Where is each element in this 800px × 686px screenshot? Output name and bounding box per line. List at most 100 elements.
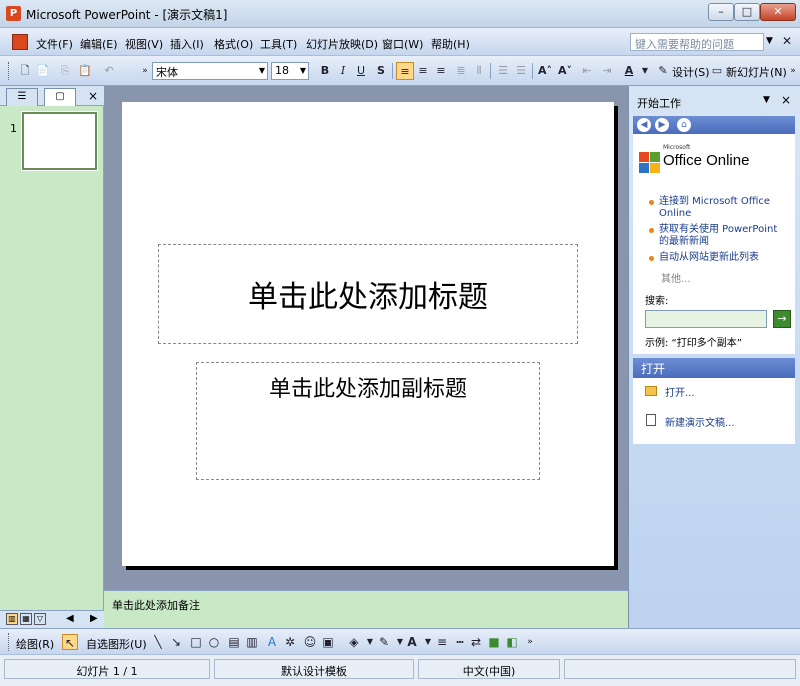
line-color-icon[interactable]: ✎ bbox=[376, 634, 392, 650]
rectangle-tool-icon[interactable]: □ bbox=[188, 634, 204, 650]
slide-canvas[interactable]: 单击此处添加标题 单击此处添加副标题 bbox=[122, 102, 614, 566]
logo-square bbox=[639, 163, 649, 173]
clipart-icon[interactable]: ☺ bbox=[302, 634, 318, 650]
link-latest-news[interactable]: 获取有关使用 PowerPoint 的最新新闻 bbox=[659, 224, 789, 248]
menu-slideshow[interactable]: 幻灯片放映(D) bbox=[306, 36, 378, 52]
menu-edit[interactable]: 编辑(E) bbox=[80, 36, 118, 52]
toolbar-overflow-icon[interactable]: » bbox=[522, 634, 538, 650]
align-right-icon[interactable]: ≡ bbox=[432, 62, 450, 80]
menu-tools[interactable]: 工具(T) bbox=[260, 36, 297, 52]
undo-icon[interactable]: ↶ bbox=[100, 62, 118, 80]
task-pane-close-button[interactable]: × bbox=[781, 93, 791, 107]
maximize-button[interactable]: □ bbox=[734, 3, 760, 21]
underline-button[interactable]: U bbox=[352, 62, 370, 80]
document-close-button[interactable]: ✕ bbox=[782, 34, 792, 48]
fill-color-icon[interactable]: ◈ bbox=[346, 634, 362, 650]
toolbar-grip[interactable] bbox=[8, 633, 11, 651]
autoshapes-menu-button[interactable]: 自选图形(U) bbox=[86, 636, 147, 652]
draw-menu-button[interactable]: 绘图(R) bbox=[16, 636, 54, 652]
help-search-input[interactable]: 键入需要帮助的问题 bbox=[630, 33, 764, 51]
align-left-icon[interactable]: ≡ bbox=[396, 62, 414, 80]
increase-indent-icon[interactable]: ⇥ bbox=[598, 62, 616, 80]
distribute-icon[interactable]: ⫴ bbox=[470, 62, 488, 80]
menu-insert[interactable]: 插入(I) bbox=[170, 36, 204, 52]
open-file-icon[interactable]: 📄 bbox=[34, 62, 52, 80]
new-file-icon[interactable]: 🗋 bbox=[16, 62, 34, 80]
3d-style-icon[interactable]: ◧ bbox=[504, 634, 520, 650]
slideshow-view-icon[interactable]: ▽ bbox=[34, 613, 46, 625]
link-connect-office-online[interactable]: 连接到 Microsoft Office Online bbox=[659, 196, 789, 220]
line-style-icon[interactable]: ≡ bbox=[434, 634, 450, 650]
slide-thumbnail[interactable] bbox=[21, 111, 98, 171]
menu-help[interactable]: 帮助(H) bbox=[431, 36, 470, 52]
increase-font-icon[interactable]: A˄ bbox=[536, 62, 554, 80]
office-online-logo: Microsoft Office Online bbox=[637, 144, 787, 173]
decrease-font-icon[interactable]: A˅ bbox=[556, 62, 574, 80]
menu-window[interactable]: 窗口(W) bbox=[382, 36, 423, 52]
paste-icon[interactable]: 📋 bbox=[76, 62, 94, 80]
line-tool-icon[interactable]: ╲ bbox=[150, 634, 166, 650]
home-icon[interactable]: ⌂ bbox=[677, 118, 691, 132]
bold-button[interactable]: B bbox=[316, 62, 334, 80]
oval-tool-icon[interactable]: ○ bbox=[206, 634, 222, 650]
status-design-template[interactable]: 默认设计模板 bbox=[214, 659, 414, 679]
powerpoint-app-icon[interactable]: P bbox=[6, 6, 21, 21]
align-center-icon[interactable]: ≡ bbox=[414, 62, 432, 80]
subtitle-placeholder[interactable]: 单击此处添加副标题 bbox=[196, 362, 540, 480]
toolbar-overflow-icon[interactable]: » bbox=[784, 62, 800, 80]
new-slide-button[interactable]: 新幻灯片(N) bbox=[726, 64, 787, 80]
task-pane-dropdown-icon[interactable]: ▼ bbox=[763, 95, 770, 105]
task-pane-nav: ◀ ▶ ⌂ bbox=[633, 116, 795, 134]
search-input[interactable] bbox=[645, 310, 767, 328]
forward-icon[interactable]: ▶ bbox=[655, 118, 669, 132]
diagram-icon[interactable]: ✲ bbox=[282, 634, 298, 650]
decrease-indent-icon[interactable]: ⇤ bbox=[578, 62, 596, 80]
textbox-tool-icon[interactable]: ▤ bbox=[226, 634, 242, 650]
title-placeholder[interactable]: 单击此处添加标题 bbox=[158, 244, 578, 344]
notes-pane[interactable]: 单击此处添加备注 bbox=[104, 590, 628, 628]
search-go-icon[interactable]: → bbox=[773, 310, 791, 328]
help-dropdown-icon[interactable]: ▼ bbox=[766, 36, 773, 46]
logo-office-online-text: Office Online bbox=[663, 152, 750, 169]
picture-icon[interactable]: ▣ bbox=[320, 634, 336, 650]
logo-microsoft-text: Microsoft bbox=[663, 144, 691, 151]
link-auto-update[interactable]: 自动从网站更新此列表 bbox=[659, 252, 789, 264]
arrow-tool-icon[interactable]: ↘ bbox=[168, 634, 184, 650]
font-size-select[interactable]: 18 ▼ bbox=[271, 62, 309, 80]
justify-icon[interactable]: ≣ bbox=[452, 62, 470, 80]
font-color-draw-icon[interactable]: A bbox=[404, 634, 420, 650]
bullets-icon[interactable]: ☰ bbox=[512, 62, 530, 80]
pane-close-button[interactable]: × bbox=[88, 89, 98, 103]
shadow-button[interactable]: S bbox=[372, 62, 390, 80]
select-pointer-icon[interactable]: ↖ bbox=[62, 634, 78, 650]
copy-icon[interactable]: ⎘ bbox=[56, 62, 74, 80]
font-color-dropdown-icon[interactable]: ▼ bbox=[636, 62, 654, 80]
normal-view-icon[interactable]: ▥ bbox=[6, 613, 18, 625]
arrow-style-icon[interactable]: ⇄ bbox=[468, 634, 484, 650]
outline-tab-icon[interactable]: ☰ bbox=[6, 88, 38, 106]
scroll-right-icon[interactable]: ▶ bbox=[90, 613, 98, 624]
numbering-icon[interactable]: ☰ bbox=[494, 62, 512, 80]
document-icon[interactable] bbox=[12, 34, 28, 50]
status-language: 中文(中国) bbox=[418, 659, 560, 679]
back-icon[interactable]: ◀ bbox=[637, 118, 651, 132]
slides-tab-icon[interactable]: ▢ bbox=[44, 88, 76, 106]
link-more[interactable]: 其他... bbox=[661, 270, 691, 285]
italic-button[interactable]: I bbox=[334, 62, 352, 80]
wordart-icon[interactable]: A bbox=[264, 634, 280, 650]
scroll-left-icon[interactable]: ◀ bbox=[66, 613, 74, 624]
menu-file[interactable]: 文件(F) bbox=[36, 36, 73, 52]
new-presentation-link[interactable]: 新建演示文稿... bbox=[665, 414, 735, 429]
toolbar-grip[interactable] bbox=[8, 62, 11, 80]
slide-sorter-icon[interactable]: ▦ bbox=[20, 613, 32, 625]
menu-view[interactable]: 视图(V) bbox=[125, 36, 163, 52]
minimize-button[interactable]: – bbox=[708, 3, 734, 21]
dash-style-icon[interactable]: ┅ bbox=[452, 634, 468, 650]
design-button[interactable]: 设计(S) bbox=[672, 64, 710, 80]
shadow-style-icon[interactable]: ■ bbox=[486, 634, 502, 650]
close-window-button[interactable]: ✕ bbox=[760, 3, 796, 21]
open-file-link[interactable]: 打开... bbox=[665, 384, 695, 399]
textbox-vertical-icon[interactable]: ▥ bbox=[244, 634, 260, 650]
menu-format[interactable]: 格式(O) bbox=[214, 36, 253, 52]
font-name-select[interactable]: 宋体 ▼ bbox=[152, 62, 268, 80]
